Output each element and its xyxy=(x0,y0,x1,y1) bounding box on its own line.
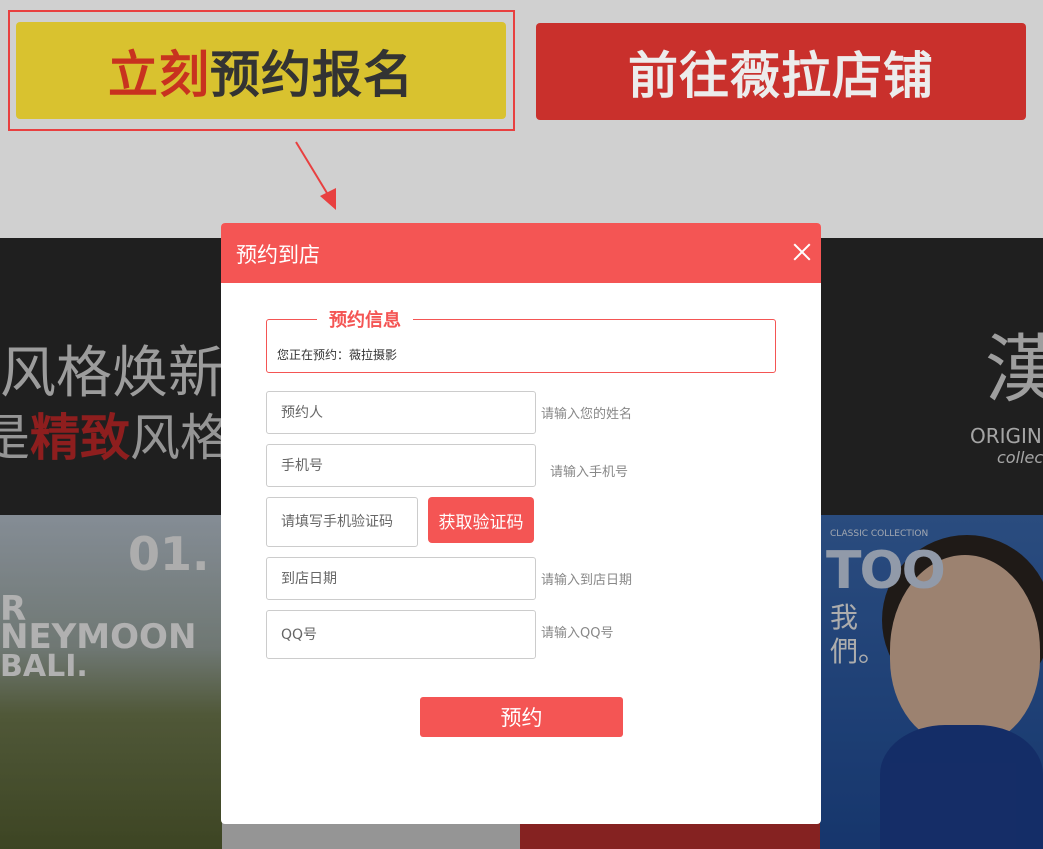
submit-reservation-button[interactable]: 预约 xyxy=(420,697,623,737)
info-legend: 预约信息 xyxy=(317,306,413,332)
get-code-button[interactable]: 获取验证码 xyxy=(428,497,534,543)
verification-code-input[interactable] xyxy=(266,497,418,547)
qq-input[interactable] xyxy=(266,610,536,659)
reservation-info-box: 预约信息 您正在预约：薇拉摄影 xyxy=(266,306,776,373)
name-input[interactable] xyxy=(266,391,536,434)
info-text: 您正在预约：薇拉摄影 xyxy=(277,348,398,362)
pointer-arrow-icon xyxy=(295,141,336,210)
reserve-now-red-text: 立刻 xyxy=(108,45,210,104)
reserve-now-button[interactable]: 立刻 预约报名 xyxy=(16,22,506,119)
close-icon[interactable] xyxy=(790,240,814,264)
phone-hint: 请输入手机号 xyxy=(550,465,629,480)
visit-date-hint: 请输入到店日期 xyxy=(541,573,633,588)
visit-date-input[interactable] xyxy=(266,557,536,600)
reserve-now-text: 预约报名 xyxy=(210,45,414,104)
modal-title: 预约到店 xyxy=(236,243,320,267)
phone-input[interactable] xyxy=(266,444,536,487)
modal-header: 预约到店 xyxy=(221,223,821,283)
qq-hint: 请输入QQ号 xyxy=(541,626,614,641)
top-area: 立刻 预约报名 前往薇拉店铺 xyxy=(0,0,1043,238)
go-to-store-button[interactable]: 前往薇拉店铺 xyxy=(536,23,1026,120)
name-hint: 请输入您的姓名 xyxy=(541,407,633,422)
reservation-modal: 预约到店 预约信息 您正在预约：薇拉摄影 请输入您的姓名 请输入手机号 获取验证… xyxy=(221,223,821,824)
